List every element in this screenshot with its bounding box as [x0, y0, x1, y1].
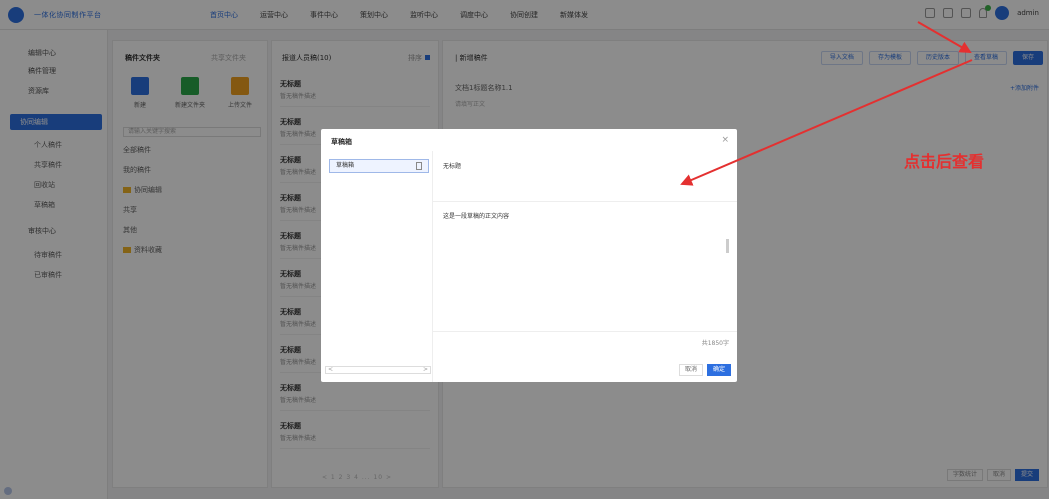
drafts-modal: 草稿箱 × 草稿箱 < > 无标题 这是一段草稿的正文内容 共1850字 取消 …	[321, 129, 737, 382]
scroll-left-icon[interactable]: <	[328, 366, 333, 373]
modal-confirm-button[interactable]: 确定	[706, 364, 731, 376]
draft-list-item[interactable]: 草稿箱	[329, 159, 429, 173]
modal-cancel-button[interactable]: 取消	[678, 364, 703, 376]
divider	[433, 331, 737, 332]
vertical-scrollbar[interactable]	[726, 239, 729, 253]
scroll-right-icon[interactable]: >	[423, 366, 428, 373]
modal-footer: 取消 确定	[678, 364, 731, 376]
close-icon[interactable]: ×	[721, 135, 729, 145]
delete-icon[interactable]	[416, 162, 422, 170]
draft-item-label: 草稿箱	[336, 162, 355, 169]
modal-title: 草稿箱	[331, 138, 352, 146]
draft-preview-title: 无标题	[443, 163, 462, 170]
word-count: 共1850字	[701, 340, 729, 347]
divider	[433, 201, 737, 202]
annotation-text: 点击后查看	[904, 152, 985, 171]
draft-list: 草稿箱 < >	[321, 151, 433, 382]
draft-preview-body: 这是一段草稿的正文内容	[443, 213, 510, 220]
horizontal-scrollbar[interactable]: < >	[325, 366, 431, 374]
